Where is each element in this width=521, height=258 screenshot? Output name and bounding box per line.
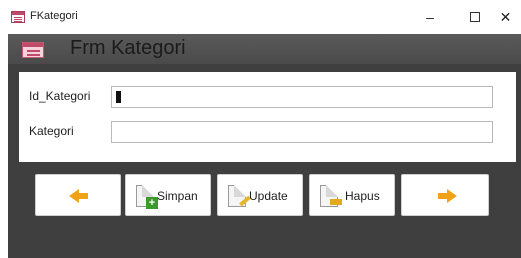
save-button[interactable]: + Simpan [125, 174, 211, 216]
kategori-field[interactable] [111, 121, 493, 143]
text-cursor-icon [116, 91, 121, 103]
form-header-title: Frm Kategori [70, 37, 186, 59]
previous-record-button[interactable] [35, 174, 121, 216]
delete-button[interactable]: Hapus [309, 174, 395, 216]
next-record-button[interactable] [401, 174, 489, 216]
form-app-icon [11, 11, 25, 23]
update-button[interactable]: Update [217, 174, 303, 216]
form-header-icon [22, 42, 44, 58]
detail-panel: Id_Kategori Kategori [19, 72, 516, 162]
delete-button-label: Hapus [345, 189, 380, 203]
window-title: FKategori [30, 10, 78, 22]
id-kategori-field[interactable] [111, 86, 493, 108]
minus-icon [330, 199, 342, 205]
update-button-label: Update [249, 189, 288, 203]
id-kategori-label: Id_Kategori [29, 89, 91, 103]
maximize-icon [470, 11, 480, 22]
window-titlebar: FKategori – ✕ [0, 0, 521, 34]
form-header: Frm Kategori [8, 34, 521, 64]
kategori-label: Kategori [29, 124, 74, 138]
form-body: Frm Kategori Id_Kategori Kategori + Simp… [8, 34, 521, 258]
maximize-button[interactable] [455, 4, 495, 30]
minimize-button[interactable]: – [410, 4, 450, 30]
close-button[interactable]: ✕ [490, 4, 521, 30]
save-button-label: Simpan [157, 189, 198, 203]
